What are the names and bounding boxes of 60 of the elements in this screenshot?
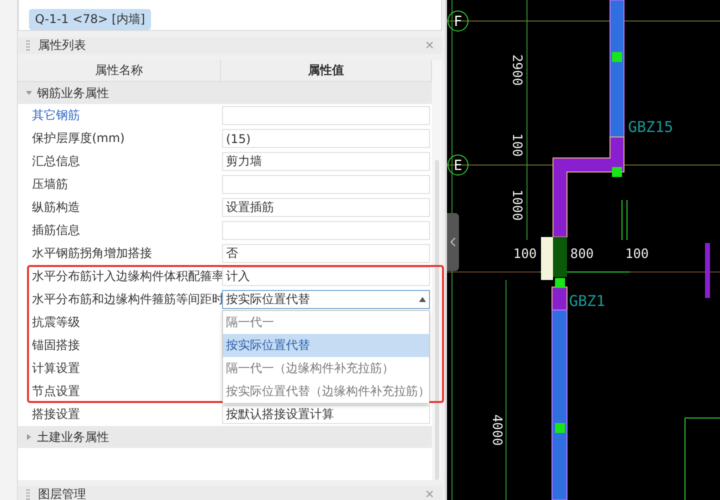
- dropdown-option[interactable]: 隔一代一（边缘构件补充拉筋）: [223, 357, 429, 380]
- property-link[interactable]: 其它钢筋: [18, 107, 221, 124]
- column-shape: [552, 286, 568, 310]
- wall-segment: [705, 243, 710, 298]
- axis-marker: E: [448, 154, 468, 176]
- group-header[interactable]: 钢筋业务属性: [18, 82, 432, 104]
- dimension-text: 100: [625, 247, 649, 262]
- property-value[interactable]: 设置插筋: [222, 198, 430, 217]
- axis-marker: F: [448, 10, 468, 32]
- dropdown-option[interactable]: 按实际位置代替: [223, 334, 429, 357]
- dimension-text: 1000: [509, 189, 524, 221]
- property-name: 汇总信息: [31, 153, 81, 170]
- panel-title: 属性列表: [38, 37, 87, 54]
- property-name: 水平钢筋拐角增加搭接: [31, 245, 153, 262]
- property-value[interactable]: 剪力墙: [222, 152, 430, 171]
- dimension-text: 800: [570, 247, 594, 262]
- dropdown-option[interactable]: 按实际位置代替（边缘构件补充拉筋）: [223, 380, 429, 403]
- grip-point[interactable]: [555, 278, 565, 288]
- group-label: 土建业务属性: [37, 428, 109, 446]
- drawing-canvas[interactable]: F E 2900 100 1000 100 800 100 4000 GBZ15 GBZ1: [447, 0, 720, 500]
- property-value[interactable]: (15): [222, 129, 430, 148]
- dimension-text: 2900: [509, 54, 524, 86]
- dimension-text: 100: [513, 247, 537, 262]
- property-name: 纵筋构造: [31, 199, 81, 216]
- chevron-left-icon: [450, 237, 456, 247]
- component-label: GBZ15: [628, 118, 674, 136]
- property-value[interactable]: 计入: [222, 267, 430, 286]
- drag-handle-icon[interactable]: [26, 488, 30, 500]
- property-field[interactable]: [222, 106, 430, 125]
- property-name: 搭接设置: [31, 406, 81, 423]
- dimension-text: 100: [509, 133, 524, 157]
- grip-point[interactable]: [555, 423, 565, 433]
- grip-point[interactable]: [612, 52, 622, 62]
- panel-title: 图层管理: [38, 486, 87, 500]
- property-name: 计算设置: [31, 360, 81, 377]
- property-field[interactable]: [222, 221, 430, 240]
- dropdown-option[interactable]: 隔一代一: [223, 311, 429, 334]
- group-header[interactable]: 土建业务属性: [18, 426, 432, 448]
- property-name: 插筋信息: [31, 222, 81, 239]
- property-field[interactable]: [222, 175, 430, 194]
- opening-block: [541, 237, 553, 280]
- group-label: 钢筋业务属性: [37, 84, 109, 102]
- component-label: GBZ1: [569, 292, 606, 310]
- caret-icon: [26, 90, 32, 96]
- grip-point[interactable]: [612, 167, 622, 177]
- property-value[interactable]: 按默认搭接设置计算: [222, 405, 430, 424]
- property-name: 保护层厚度(mm): [31, 130, 126, 147]
- dimension-text: 4000: [489, 414, 504, 446]
- wall-segment: [553, 237, 567, 277]
- property-name: 抗震等级: [31, 314, 81, 331]
- property-value[interactable]: 否: [222, 244, 430, 263]
- property-name: 压墙筋: [31, 176, 69, 193]
- collapse-button[interactable]: [447, 213, 459, 271]
- property-name: 水平分布筋和边缘构件箍筋等间距时: [31, 291, 221, 308]
- object-item[interactable]: Q-1-1 <78> [内墙]: [29, 9, 152, 30]
- property-name: 锚固搭接: [31, 337, 81, 354]
- drag-handle-icon[interactable]: [26, 40, 30, 52]
- caret-icon: [26, 434, 32, 440]
- property-name: 节点设置: [31, 383, 81, 400]
- column-header: 属性名称: [18, 60, 221, 81]
